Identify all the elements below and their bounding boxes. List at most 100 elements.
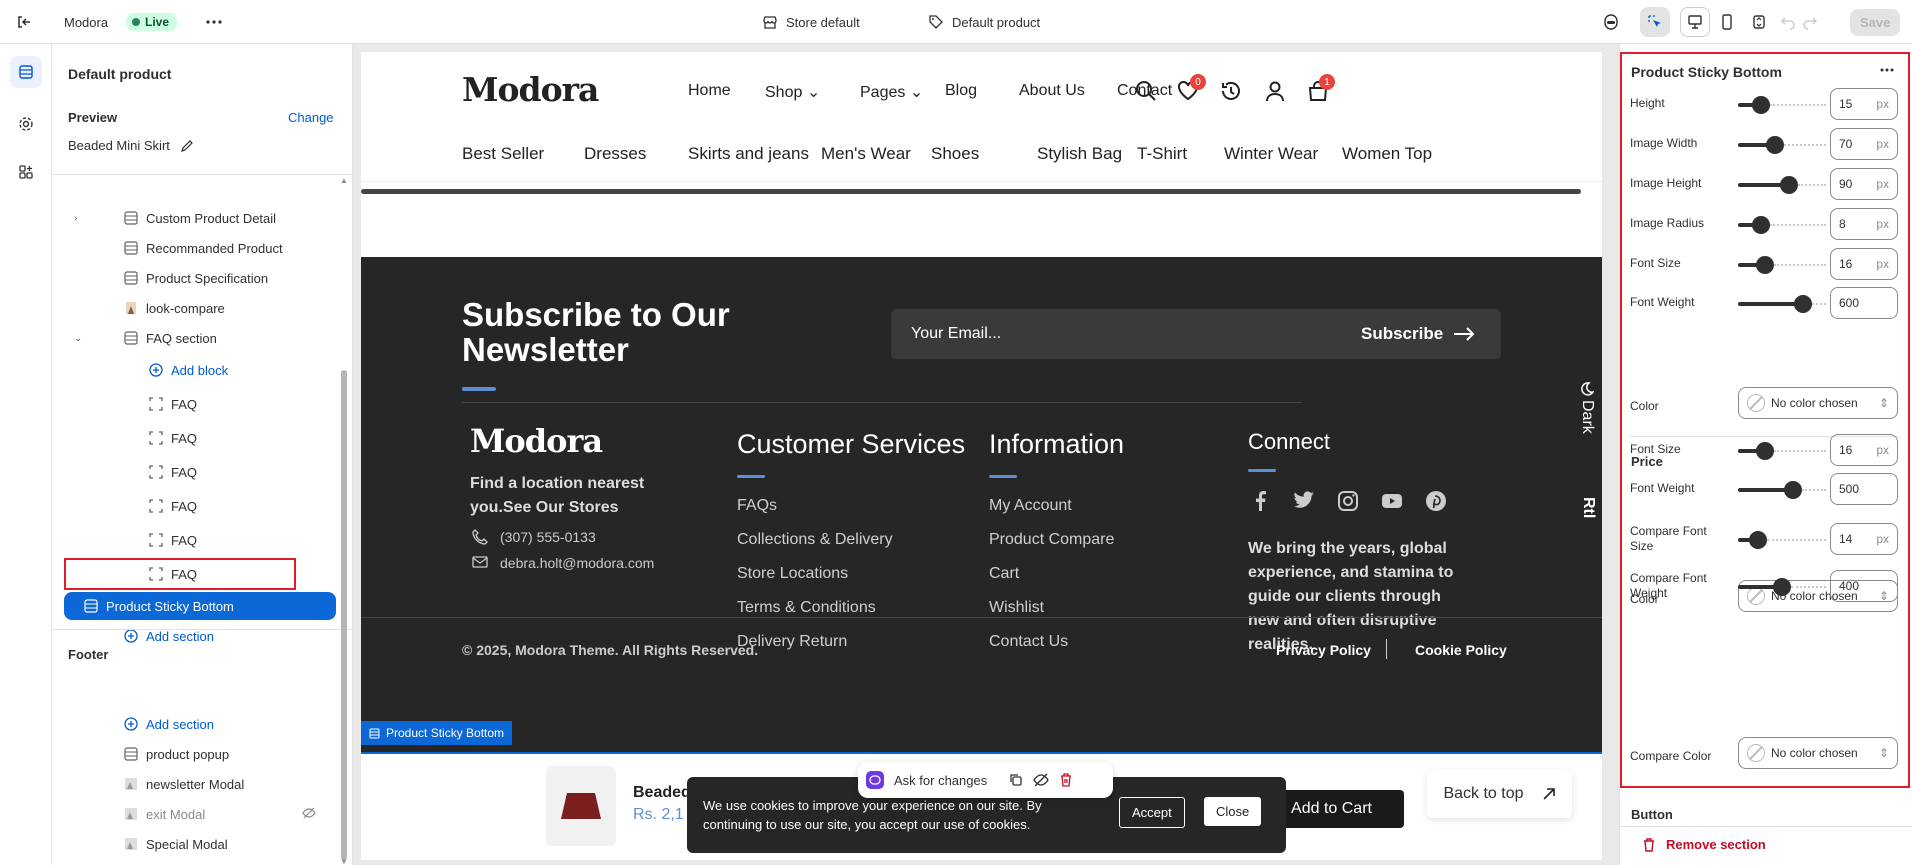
- hide-icon[interactable]: [1033, 773, 1049, 787]
- footer-link[interactable]: Store Locations: [737, 565, 848, 583]
- nav-link[interactable]: Shop ⌄: [765, 82, 820, 102]
- add-item-button[interactable]: Add section: [52, 622, 342, 650]
- search-icon[interactable]: [1135, 80, 1157, 102]
- recently-viewed-icon[interactable]: [1220, 80, 1242, 102]
- more-actions-button[interactable]: [206, 0, 222, 44]
- desktop-view-button[interactable]: [1680, 7, 1710, 37]
- footer-link[interactable]: Terms & Conditions: [737, 599, 876, 617]
- category-link[interactable]: Skirts and jeans: [688, 144, 809, 164]
- privacy-policy-link[interactable]: Privacy Policy: [1276, 642, 1371, 658]
- footer-email[interactable]: debra.holt@modora.com: [500, 555, 654, 571]
- sidebar-section-item[interactable]: Special Modal: [52, 830, 342, 858]
- sidebar-section-item[interactable]: newsletter Modal: [52, 770, 342, 798]
- youtube-icon[interactable]: [1380, 489, 1404, 513]
- category-link[interactable]: T-Shirt: [1137, 144, 1187, 164]
- sidebar-section-item[interactable]: Recommanded Product: [52, 234, 342, 262]
- block-item[interactable]: FAQ: [52, 390, 342, 418]
- category-link[interactable]: Best Seller: [462, 144, 544, 164]
- sticky-product-image: [546, 766, 616, 846]
- sidebar-section-item[interactable]: exit Modal: [52, 800, 342, 828]
- template-title: Default product: [68, 66, 172, 82]
- sidebar-section-item[interactable]: Product Sticky Bottom: [64, 592, 336, 620]
- rtl-toggle[interactable]: Rtl: [1579, 497, 1597, 518]
- chevron-down-icon[interactable]: ⌄: [74, 333, 82, 344]
- ask-for-changes-button[interactable]: Ask for changes: [894, 773, 987, 788]
- block-item[interactable]: FAQ: [52, 492, 342, 520]
- add-item-button[interactable]: Add section: [52, 710, 342, 738]
- block-item[interactable]: FAQ: [52, 424, 342, 452]
- category-link[interactable]: Shoes: [931, 144, 979, 164]
- theme-settings-button[interactable]: [10, 108, 42, 140]
- store-logo[interactable]: Modora: [462, 70, 599, 109]
- nav-link[interactable]: Home: [688, 82, 731, 100]
- cookie-accept-button[interactable]: Accept: [1119, 797, 1185, 828]
- nav-link[interactable]: Pages ⌄: [860, 82, 923, 102]
- remove-section-button[interactable]: Remove section: [1642, 837, 1766, 852]
- sidebar-section-item[interactable]: › Custom Product Detail: [52, 204, 342, 232]
- category-link[interactable]: Dresses: [584, 144, 646, 164]
- sidebar-section-item[interactable]: Product Specification: [52, 264, 342, 292]
- footer-link[interactable]: My Account: [989, 497, 1072, 515]
- block-item[interactable]: FAQ: [52, 526, 342, 554]
- arrow-up-right-icon: [1542, 787, 1556, 801]
- image-thumb-icon: [124, 837, 138, 851]
- preview-product[interactable]: Beaded Mini Skirt: [68, 138, 194, 153]
- facebook-icon[interactable]: [1248, 489, 1272, 513]
- footer-link[interactable]: FAQs: [737, 497, 777, 515]
- sidebar-section-item[interactable]: product popup: [52, 740, 342, 768]
- change-preview-link[interactable]: Change: [288, 110, 334, 125]
- category-link[interactable]: Stylish Bag: [1037, 144, 1122, 164]
- twitter-icon[interactable]: [1292, 489, 1316, 513]
- undo-icon[interactable]: [1780, 14, 1796, 30]
- sidebar-item-label: FAQ: [171, 464, 198, 480]
- footer-link[interactable]: Collections & Delivery: [737, 531, 893, 549]
- sidebar-scrollbar[interactable]: ▲ ▼: [340, 176, 348, 865]
- pinterest-icon[interactable]: [1424, 489, 1448, 513]
- account-icon[interactable]: [1264, 80, 1286, 102]
- block-item[interactable]: FAQ: [52, 458, 342, 486]
- footer-link[interactable]: Contact Us: [989, 633, 1068, 651]
- email-input[interactable]: Your Email...: [911, 325, 1001, 343]
- dark-mode-toggle[interactable]: Dark: [1578, 382, 1596, 434]
- section-tag[interactable]: Product Sticky Bottom: [361, 721, 513, 745]
- footer-link[interactable]: Wishlist: [989, 599, 1044, 617]
- footer-link[interactable]: Product Compare: [989, 531, 1114, 549]
- template-selector[interactable]: Default product: [928, 0, 1040, 44]
- apps-nav-button[interactable]: [10, 156, 42, 188]
- sidebar-item-label: Recommanded Product: [146, 240, 283, 256]
- save-button[interactable]: Save: [1850, 8, 1901, 36]
- scroll-down-arrow[interactable]: ▼: [340, 857, 348, 865]
- mobile-view-button[interactable]: [1712, 7, 1742, 37]
- footer-phone[interactable]: (307) 555-0133: [500, 529, 596, 545]
- sidebar-section-item[interactable]: ⌄ FAQ section: [52, 324, 342, 352]
- sidebar-section-item[interactable]: ›Footer: [52, 860, 342, 865]
- duplicate-icon[interactable]: [1009, 773, 1023, 787]
- instagram-icon[interactable]: [1336, 489, 1360, 513]
- back-to-top-button[interactable]: Back to top: [1427, 770, 1572, 818]
- cookie-policy-link[interactable]: Cookie Policy: [1415, 642, 1507, 658]
- history-group: [1780, 0, 1818, 44]
- ai-assist-button[interactable]: [1602, 0, 1620, 44]
- store-default-selector[interactable]: Store default: [762, 0, 860, 44]
- subscribe-button[interactable]: Subscribe: [1361, 324, 1475, 344]
- chevron-right-icon[interactable]: ›: [74, 213, 77, 224]
- category-link[interactable]: Women Top: [1342, 144, 1432, 164]
- delete-icon[interactable]: [1059, 773, 1073, 787]
- sections-nav-button[interactable]: [10, 56, 42, 88]
- scroll-thumb[interactable]: [341, 370, 347, 860]
- scroll-up-arrow[interactable]: ▲: [340, 176, 348, 185]
- exit-button[interactable]: [16, 0, 32, 44]
- add-item-button[interactable]: Add block: [52, 356, 342, 384]
- fullwidth-view-button[interactable]: [1744, 7, 1774, 37]
- inspector-toggle[interactable]: [1640, 7, 1670, 37]
- category-link[interactable]: Men's Wear: [821, 144, 911, 164]
- apps-icon: [18, 164, 34, 180]
- category-link[interactable]: Winter Wear: [1224, 144, 1318, 164]
- nav-link[interactable]: Blog: [945, 82, 977, 100]
- sidebar-section-item[interactable]: look-compare: [52, 294, 342, 322]
- footer-link[interactable]: Cart: [989, 565, 1019, 583]
- hidden-eye-icon[interactable]: [302, 807, 316, 822]
- cookie-close-button[interactable]: Close: [1204, 797, 1262, 826]
- redo-icon[interactable]: [1802, 14, 1818, 30]
- nav-link[interactable]: About Us: [1019, 82, 1085, 100]
